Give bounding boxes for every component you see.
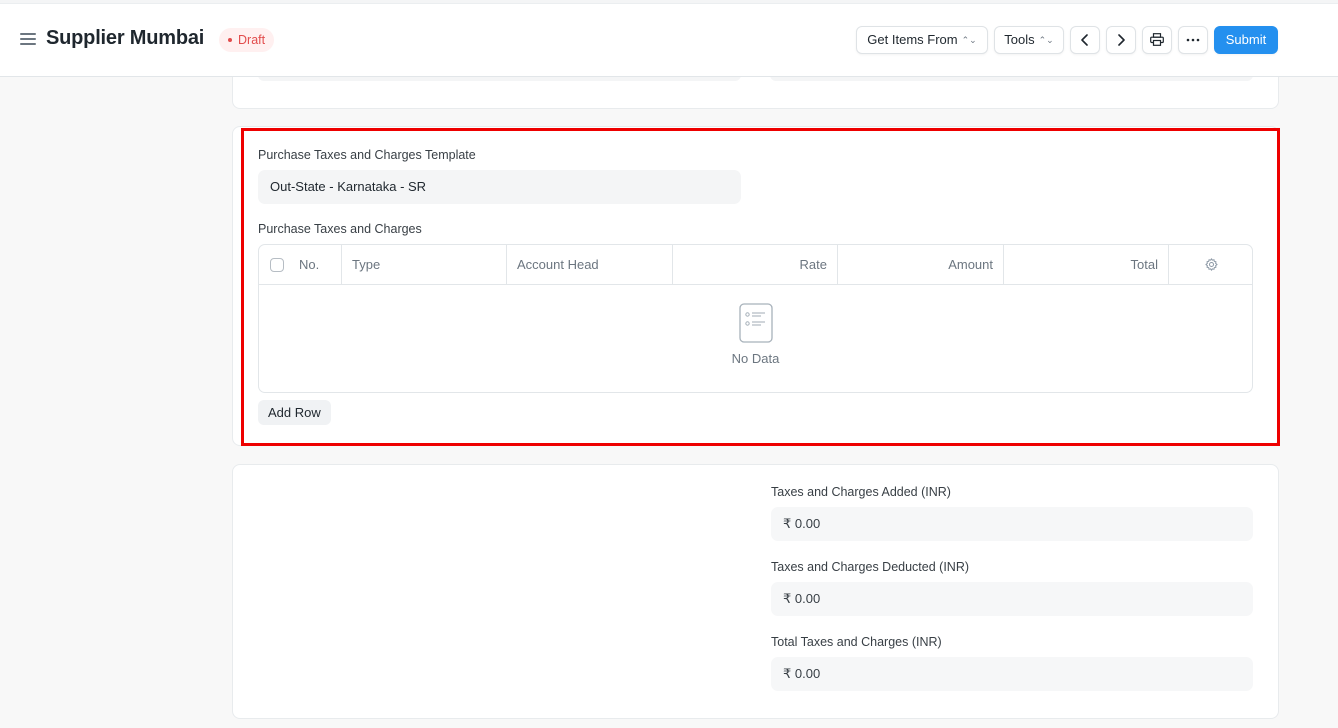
- total-taxes-field: ₹ 0.00: [771, 657, 1253, 691]
- chevron-right-icon: [1118, 33, 1125, 46]
- column-settings-cell[interactable]: [1169, 245, 1252, 285]
- get-items-from-button[interactable]: Get Items From ⌃⌄: [856, 26, 988, 54]
- total-taxes-label: Total Taxes and Charges (INR): [771, 635, 942, 649]
- print-button[interactable]: [1142, 26, 1172, 54]
- gear-icon[interactable]: [1204, 258, 1218, 271]
- status-dot-icon: [228, 37, 232, 42]
- sidebar-toggle-icon[interactable]: [20, 33, 36, 47]
- more-actions-button[interactable]: [1178, 26, 1208, 54]
- empty-state-text: No Data: [731, 351, 780, 366]
- tools-button[interactable]: Tools ⌃⌄: [994, 26, 1064, 54]
- chevron-up-down-icon: ⌃⌄: [961, 35, 977, 45]
- column-header-account-head: Account Head: [507, 245, 673, 285]
- empty-state: No Data: [259, 303, 1252, 366]
- taxes-added-label: Taxes and Charges Added (INR): [771, 485, 951, 499]
- taxes-template-field[interactable]: Out-State - Karnataka - SR: [258, 170, 741, 204]
- previous-doc-button[interactable]: [1070, 26, 1100, 54]
- status-badge: Draft: [219, 28, 275, 52]
- column-header-total: Total: [1004, 245, 1169, 285]
- page-title: Supplier Mumbai: [46, 27, 205, 49]
- page-header: Supplier Mumbai Draft Get Items From ⌃⌄ T…: [0, 4, 1338, 77]
- get-items-from-label: Get Items From: [867, 32, 958, 47]
- chevron-left-icon: [1081, 33, 1088, 46]
- taxes-added-field: ₹ 0.00: [771, 507, 1253, 541]
- column-header-no: No.: [299, 257, 320, 272]
- empty-list-icon: [738, 303, 773, 343]
- ellipsis-icon: [1186, 38, 1200, 41]
- column-header-rate: Rate: [673, 245, 838, 285]
- printer-icon: [1150, 33, 1164, 46]
- table-header-row: No. Type Account Head Rate Amount Total: [259, 245, 1252, 285]
- tools-label: Tools: [1004, 32, 1035, 47]
- taxes-deducted-label: Taxes and Charges Deducted (INR): [771, 560, 970, 574]
- status-text: Draft: [238, 33, 266, 47]
- select-all-checkbox[interactable]: [270, 258, 284, 272]
- chevron-up-down-icon: ⌃⌄: [1038, 35, 1054, 45]
- template-field-label: Purchase Taxes and Charges Template: [258, 148, 476, 162]
- taxes-table-label: Purchase Taxes and Charges: [258, 222, 422, 236]
- add-row-button[interactable]: Add Row: [258, 400, 331, 425]
- select-all-cell: No.: [259, 245, 342, 285]
- column-header-type: Type: [342, 245, 507, 285]
- next-doc-button[interactable]: [1106, 26, 1136, 54]
- column-header-amount: Amount: [838, 245, 1004, 285]
- submit-button[interactable]: Submit: [1214, 26, 1278, 54]
- taxes-table: No. Type Account Head Rate Amount Total …: [258, 244, 1253, 393]
- taxes-deducted-field: ₹ 0.00: [771, 582, 1253, 616]
